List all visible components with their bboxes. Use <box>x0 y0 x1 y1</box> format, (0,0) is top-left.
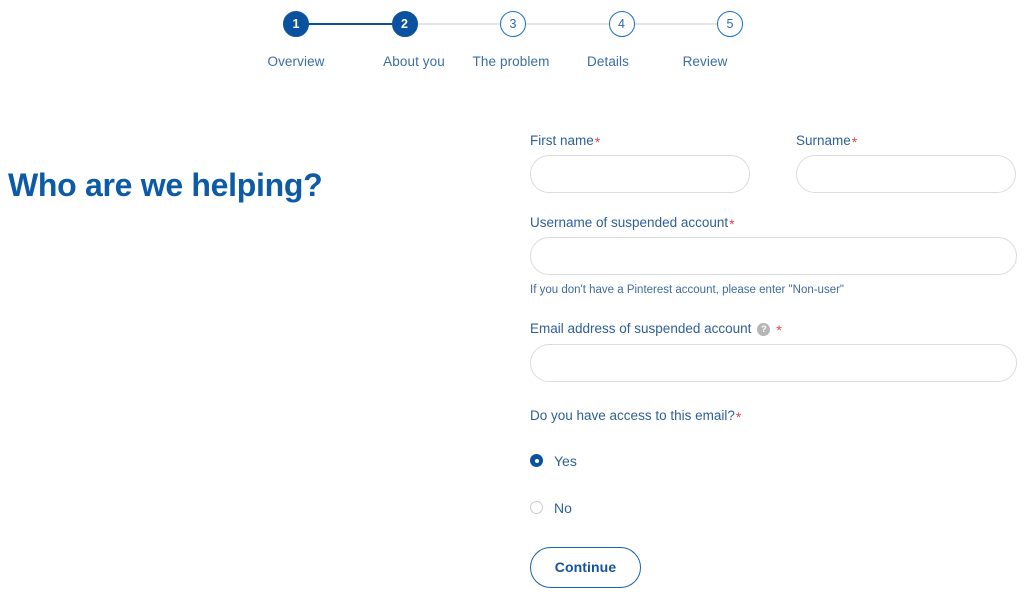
continue-button[interactable]: Continue <box>530 546 641 588</box>
stepper-label-about-you: About you <box>383 54 445 69</box>
step-connector-3-4 <box>525 23 610 25</box>
required-asterisk: * <box>776 322 782 339</box>
page-title: Who are we helping? <box>8 167 323 204</box>
radio-unselected-icon[interactable] <box>530 501 543 515</box>
username-helper-text: If you don't have a Pinterest account, p… <box>530 284 845 297</box>
step-connector-4-5 <box>633 23 718 25</box>
step-circle-5[interactable]: 5 <box>717 11 743 37</box>
first-name-input[interactable] <box>530 155 750 194</box>
step-circle-1[interactable]: 1 <box>283 11 309 37</box>
stepper-label-the-problem: The problem <box>472 54 550 69</box>
email-input[interactable] <box>530 343 1017 382</box>
required-asterisk: * <box>851 134 858 151</box>
name-row: First name * Surname * <box>530 133 1017 194</box>
stepper-step-1[interactable]: 1 <box>283 11 309 37</box>
stepper-step-2[interactable]: 2 <box>391 11 418 37</box>
question-mark-icon[interactable]: ? <box>757 322 771 336</box>
step-circle-2[interactable]: 2 <box>391 11 418 37</box>
first-name-field-group: First name * <box>530 133 750 194</box>
email-field-group: Email address of suspended account ? * <box>530 321 1017 382</box>
step-connector-2-3 <box>416 23 501 25</box>
radio-option-yes-label: Yes <box>554 452 577 469</box>
stepper-labels: Overview About you The problem Details R… <box>267 54 743 76</box>
step-circle-4[interactable]: 4 <box>608 11 635 37</box>
required-asterisk: * <box>594 134 601 151</box>
radio-option-yes[interactable]: Yes <box>530 451 1017 471</box>
stepper-label-details: Details <box>587 54 629 69</box>
progress-stepper: 1 2 3 4 5 Overview About you The problem… <box>267 8 743 78</box>
surname-input[interactable] <box>796 155 1016 194</box>
email-access-field-group: Do you have access to this email? * Yes … <box>530 408 1017 518</box>
username-label: Username of suspended account * <box>530 215 1017 231</box>
stepper-track: 1 2 3 4 5 <box>283 8 743 40</box>
username-input[interactable] <box>530 237 1017 276</box>
email-access-label: Do you have access to this email? * <box>530 408 1017 424</box>
surname-field-group: Surname * <box>796 133 1016 194</box>
radio-selected-icon[interactable] <box>530 454 543 468</box>
surname-label: Surname * <box>796 133 1016 149</box>
stepper-step-3[interactable]: 3 <box>500 11 526 37</box>
username-label-text: Username of suspended account <box>530 215 729 231</box>
username-field-group: Username of suspended account * If you d… <box>530 215 1017 296</box>
first-name-label-text: First name <box>530 133 594 148</box>
required-asterisk: * <box>729 216 735 233</box>
email-label: Email address of suspended account ? * <box>530 321 1017 337</box>
stepper-label-overview: Overview <box>267 54 325 69</box>
email-access-label-text: Do you have access to this email? <box>530 407 735 423</box>
email-label-text: Email address of suspended account <box>530 321 752 337</box>
radio-option-no-label: No <box>554 499 572 516</box>
stepper-label-review: Review <box>682 54 728 69</box>
stepper-step-5[interactable]: 5 <box>717 11 743 37</box>
required-asterisk: * <box>735 408 742 425</box>
step-circle-3[interactable]: 3 <box>500 11 526 37</box>
about-you-form: First name * Surname * Username of suspe… <box>530 133 1017 588</box>
surname-label-text: Surname <box>796 133 851 148</box>
step-connector-1-2 <box>308 22 393 26</box>
first-name-label: First name * <box>530 133 750 149</box>
stepper-step-4[interactable]: 4 <box>608 11 635 37</box>
radio-option-no[interactable]: No <box>530 498 1017 518</box>
